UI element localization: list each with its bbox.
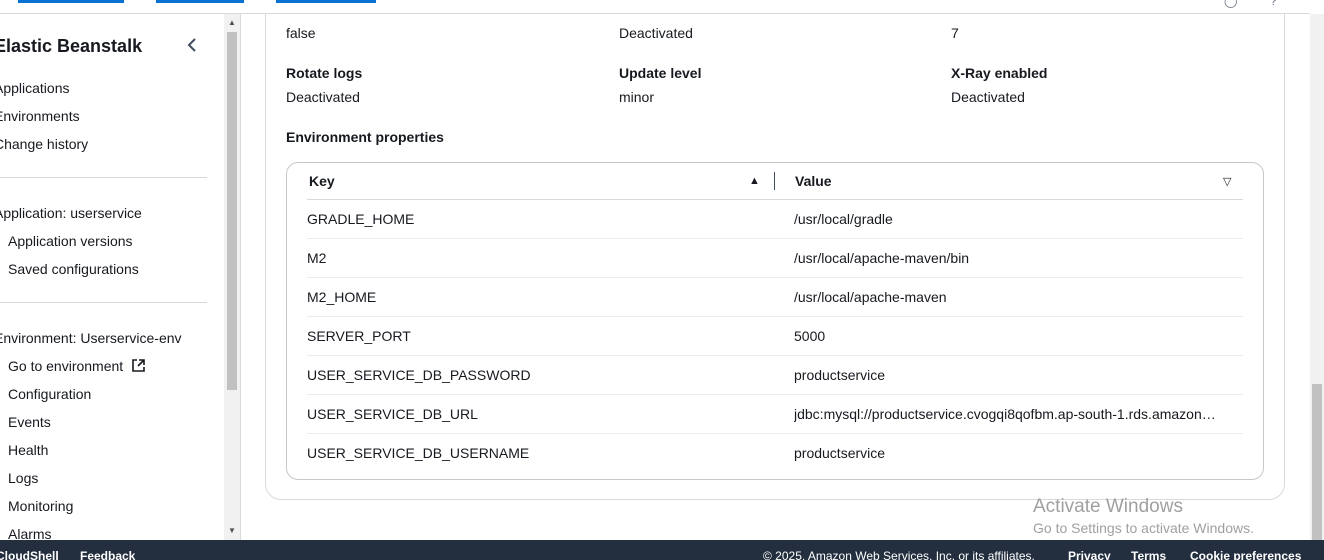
table-row: SERVER_PORT 5000 xyxy=(307,317,1243,356)
cell-value: /usr/local/apache-maven/bin xyxy=(794,250,970,266)
main-scrollbar-thumb[interactable] xyxy=(1312,384,1322,540)
cookie-preferences-link[interactable]: Cookie preferences xyxy=(1190,549,1301,560)
cell-value: productservice xyxy=(794,445,886,461)
collapse-sidebar-button[interactable] xyxy=(184,36,202,54)
cell-key: M2 xyxy=(307,250,327,266)
cell-key: USER_SERVICE_DB_PASSWORD xyxy=(307,367,531,383)
privacy-link[interactable]: Privacy xyxy=(1068,549,1111,560)
cloudshell-button[interactable]: CloudShell xyxy=(0,549,59,560)
sidebar: Elastic Beanstalk Applications Environme… xyxy=(0,14,224,540)
notification-icon[interactable]: ◯ xyxy=(1224,0,1237,8)
column-header-value[interactable]: Value xyxy=(795,173,832,189)
table-row: USER_SERVICE_DB_PASSWORD productservice xyxy=(307,356,1243,395)
sidebar-item-logs[interactable]: Logs xyxy=(8,470,38,486)
copyright-text: © 2025, Amazon Web Services, Inc. or its… xyxy=(763,549,1035,560)
sidebar-item-health[interactable]: Health xyxy=(8,442,48,458)
sidebar-section-application[interactable]: Application: userservice xyxy=(0,205,142,221)
cell-value: productservice xyxy=(794,367,886,383)
cell-key: USER_SERVICE_DB_URL xyxy=(307,406,478,422)
sidebar-scrollbar-thumb[interactable] xyxy=(227,32,237,390)
chevron-left-icon xyxy=(187,38,196,52)
scroll-up-arrow-icon[interactable]: ▲ xyxy=(228,18,236,27)
cell-value: 5000 xyxy=(794,328,826,344)
cell-key: USER_SERVICE_DB_USERNAME xyxy=(307,445,530,461)
sort-icon[interactable]: ▽ xyxy=(1223,175,1231,188)
config-value: Deactivated xyxy=(619,25,693,41)
sidebar-item-saved-configurations[interactable]: Saved configurations xyxy=(8,261,139,277)
feedback-button[interactable]: Feedback xyxy=(80,549,135,560)
sidebar-divider xyxy=(0,302,207,303)
config-value: 7 xyxy=(951,25,959,41)
xray-enabled-label: X-Ray enabled xyxy=(951,65,1048,81)
sidebar-scrollbar[interactable]: ▲ ▼ xyxy=(224,14,240,540)
cell-key: M2_HOME xyxy=(307,289,377,305)
cell-key: GRADLE_HOME xyxy=(307,211,415,227)
sidebar-item-events[interactable]: Events xyxy=(8,414,51,430)
update-level-value: minor xyxy=(619,89,655,105)
breadcrumb-link-2[interactable] xyxy=(156,0,244,3)
xray-enabled-value: Deactivated xyxy=(951,89,1025,105)
table-row: GRADLE_HOME /usr/local/gradle xyxy=(307,200,1243,239)
table-row: USER_SERVICE_DB_URL jdbc:mysql://product… xyxy=(307,395,1243,434)
sidebar-item-application-versions[interactable]: Application versions xyxy=(8,233,133,249)
main-scrollbar[interactable] xyxy=(1310,14,1324,540)
config-value: false xyxy=(286,25,316,41)
sidebar-divider xyxy=(0,177,207,178)
env-properties-heading: Environment properties xyxy=(286,129,444,145)
help-icon[interactable]: ? xyxy=(1270,0,1277,8)
scroll-down-arrow-icon[interactable]: ▼ xyxy=(228,526,236,535)
sidebar-item-alarms[interactable]: Alarms xyxy=(8,526,52,540)
env-properties-table: Key ▲ Value ▽ GRADLE_HOME /usr/local/gra… xyxy=(286,162,1264,480)
footer: CloudShell Feedback © 2025, Amazon Web S… xyxy=(0,540,1324,560)
sidebar-section-environment[interactable]: Environment: Userservice-env xyxy=(0,330,182,346)
table-row: USER_SERVICE_DB_USERNAME productservice xyxy=(307,434,1243,473)
cell-value: jdbc:mysql://productservice.cvogqi8qofbm… xyxy=(794,406,1218,422)
rotate-logs-value: Deactivated xyxy=(286,89,360,105)
rotate-logs-label: Rotate logs xyxy=(286,65,363,81)
breadcrumb-link-1[interactable] xyxy=(18,0,124,3)
sidebar-item-change-history[interactable]: Change history xyxy=(0,136,88,152)
external-link-icon xyxy=(132,359,145,372)
table-row: M2 /usr/local/apache-maven/bin xyxy=(307,239,1243,278)
cell-key: SERVER_PORT xyxy=(307,328,411,344)
activate-windows-title: Activate Windows xyxy=(1033,496,1183,517)
activate-windows-subtitle: Go to Settings to activate Windows. xyxy=(1033,520,1254,536)
top-nav-strip: ◯ ? xyxy=(0,0,1310,14)
sidebar-title: Elastic Beanstalk xyxy=(0,36,143,56)
table-row: M2_HOME /usr/local/apache-maven xyxy=(307,278,1243,317)
sidebar-item-label: Go to environment xyxy=(8,358,124,374)
terms-link[interactable]: Terms xyxy=(1131,549,1166,560)
sidebar-item-configuration[interactable]: Configuration xyxy=(8,386,91,402)
breadcrumb-link-3[interactable] xyxy=(276,0,376,3)
main-content: false Deactivated 7 Rotate logs Deactiva… xyxy=(241,14,1310,540)
cell-value: /usr/local/apache-maven xyxy=(794,289,947,305)
sidebar-item-environments[interactable]: Environments xyxy=(0,108,80,124)
sidebar-item-monitoring[interactable]: Monitoring xyxy=(8,498,73,514)
sidebar-item-go-to-environment[interactable]: Go to environment xyxy=(8,358,146,374)
sidebar-item-applications[interactable]: Applications xyxy=(0,80,70,96)
sort-ascending-icon[interactable]: ▲ xyxy=(749,175,760,187)
update-level-label: Update level xyxy=(619,65,702,81)
column-header-key[interactable]: Key xyxy=(309,173,335,189)
cell-value: /usr/local/gradle xyxy=(794,211,893,227)
column-resizer[interactable] xyxy=(774,172,775,190)
